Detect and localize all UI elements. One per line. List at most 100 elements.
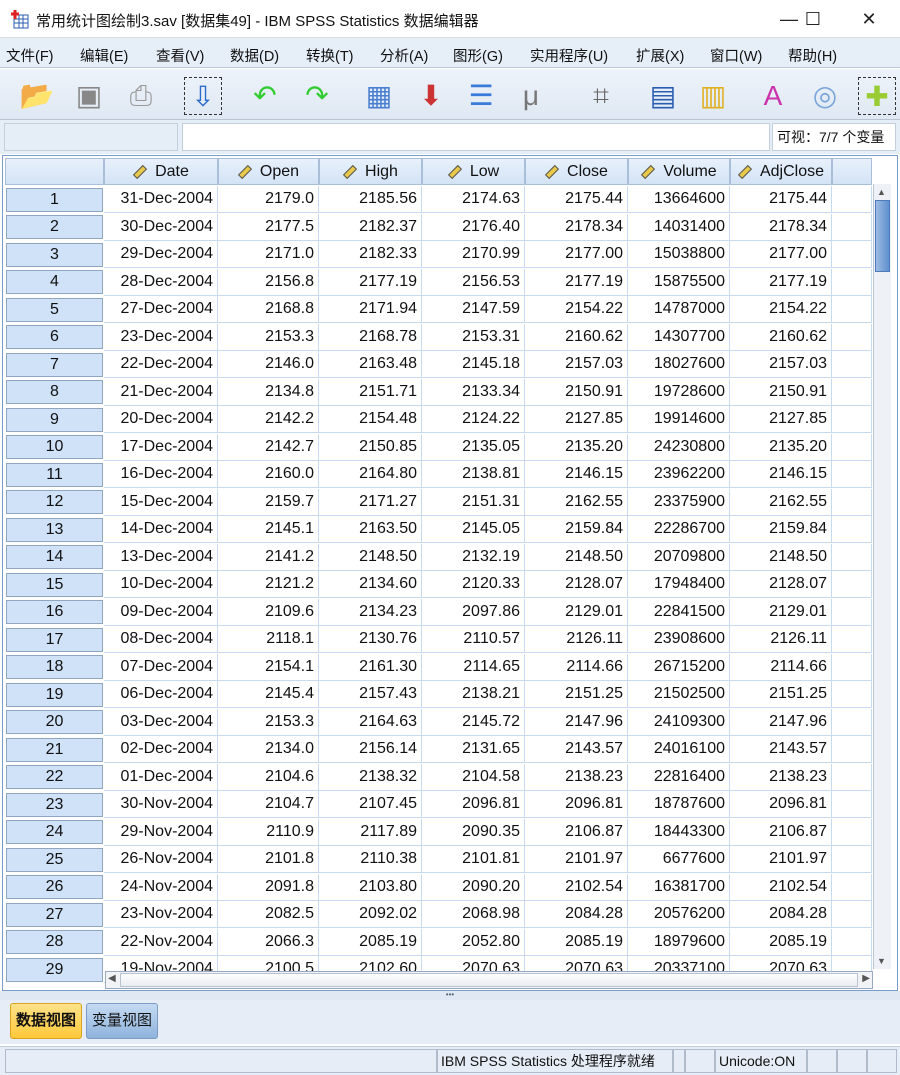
cell-adjclose[interactable]: 2101.97 [730,846,832,873]
cell-adjclose[interactable]: 2129.01 [730,598,832,626]
cell-date[interactable]: 10-Dec-2004 [104,571,218,598]
cell-adjclose[interactable]: 2147.96 [730,708,832,736]
cell-empty[interactable] [832,791,872,818]
cell-high[interactable]: 2103.80 [319,873,422,901]
cell-open[interactable]: 2101.8 [218,846,319,873]
cell-adjclose[interactable]: 2177.00 [730,241,832,268]
row-number[interactable]: 9 [6,407,103,432]
cell-low[interactable]: 2147.59 [422,296,525,323]
cell-date[interactable]: 22-Dec-2004 [104,351,218,378]
cell-high[interactable]: 2134.23 [319,598,422,626]
row-number[interactable]: 22 [6,765,103,789]
cell-empty[interactable] [832,736,872,763]
cell-high[interactable]: 2138.32 [319,763,422,791]
cell-adjclose[interactable]: 2175.44 [730,186,832,213]
cell-close[interactable]: 2084.28 [525,901,628,928]
column-header-open[interactable]: Open [218,158,319,185]
column-header-volume[interactable]: Volume [628,158,730,185]
cell-adjclose[interactable]: 2150.91 [730,378,832,406]
scroll-right-icon[interactable]: ▶ [862,973,870,984]
row-number[interactable]: 14 [6,545,103,569]
cell-empty[interactable] [832,433,872,461]
cell-volume[interactable]: 22286700 [628,516,730,543]
cell-empty[interactable] [832,378,872,406]
cell-date[interactable]: 23-Dec-2004 [104,323,218,351]
menu-1[interactable]: 编辑(E) [80,45,128,66]
cell-open[interactable]: 2142.2 [218,406,319,433]
cell-low[interactable]: 2151.31 [422,488,525,516]
cell-open[interactable]: 2110.9 [218,818,319,846]
cell-date[interactable]: 03-Dec-2004 [104,708,218,736]
row-number[interactable]: 28 [6,930,103,954]
row-number[interactable]: 23 [6,792,103,817]
cell-close[interactable]: 2177.19 [525,268,628,296]
row-number[interactable]: 17 [6,627,103,652]
cell-high[interactable]: 2156.14 [319,736,422,763]
cell-adjclose[interactable]: 2177.19 [730,268,832,296]
menu-2[interactable]: 查看(V) [156,45,204,66]
cell-close[interactable]: 2148.50 [525,543,628,571]
cell-adjclose[interactable]: 2127.85 [730,406,832,433]
cell-date[interactable]: 06-Dec-2004 [104,681,218,708]
row-number[interactable]: 24 [6,820,103,844]
cell-open[interactable]: 2104.7 [218,791,319,818]
cell-open[interactable]: 2168.8 [218,296,319,323]
cell-date[interactable]: 08-Dec-2004 [104,626,218,653]
cell-open[interactable]: 2142.7 [218,433,319,461]
row-number[interactable]: 16 [6,600,103,624]
cell-low[interactable]: 2132.19 [422,543,525,571]
cell-date[interactable]: 01-Dec-2004 [104,763,218,791]
cell-volume[interactable]: 15038800 [628,241,730,268]
cell-adjclose[interactable]: 2154.22 [730,296,832,323]
cell-close[interactable]: 2157.03 [525,351,628,378]
cell-high[interactable]: 2177.19 [319,268,422,296]
cell-high[interactable]: 2154.48 [319,406,422,433]
cell-close[interactable]: 2085.19 [525,928,628,956]
cell-close[interactable]: 2177.00 [525,241,628,268]
cell-adjclose[interactable]: 2135.20 [730,433,832,461]
cell-empty[interactable] [832,626,872,653]
use-variable-sets-icon[interactable]: ◎ [806,77,844,115]
cell-volume[interactable]: 19914600 [628,406,730,433]
cell-adjclose[interactable]: 2146.15 [730,461,832,488]
cell-volume[interactable]: 14787000 [628,296,730,323]
cell-low[interactable]: 2170.99 [422,241,525,268]
row-number[interactable]: 20 [6,710,103,734]
scroll-down-icon[interactable]: ▼ [877,956,886,966]
row-header-corner[interactable] [5,158,104,185]
cell-open[interactable]: 2134.8 [218,378,319,406]
cell-volume[interactable]: 24230800 [628,433,730,461]
cell-open[interactable]: 2121.2 [218,571,319,598]
cell-high[interactable]: 2110.38 [319,846,422,873]
row-number[interactable]: 26 [6,875,103,899]
row-number[interactable]: 29 [6,957,103,982]
cell-close[interactable]: 2114.66 [525,653,628,681]
cell-volume[interactable]: 22841500 [628,598,730,626]
row-number[interactable]: 13 [6,517,103,542]
cell-date[interactable]: 26-Nov-2004 [104,846,218,873]
cell-date[interactable]: 30-Dec-2004 [104,213,218,241]
cell-low[interactable]: 2145.18 [422,351,525,378]
cell-volume[interactable]: 18443300 [628,818,730,846]
cell-empty[interactable] [832,846,872,873]
cell-date[interactable]: 17-Dec-2004 [104,433,218,461]
cell-high[interactable]: 2164.63 [319,708,422,736]
cell-open[interactable]: 2104.6 [218,763,319,791]
cell-empty[interactable] [832,488,872,516]
cell-low[interactable]: 2174.63 [422,186,525,213]
insert-cases-icon[interactable]: ▤ [644,77,682,115]
cell-open[interactable]: 2145.4 [218,681,319,708]
cell-low[interactable]: 2120.33 [422,571,525,598]
cell-volume[interactable]: 24109300 [628,708,730,736]
cell-high[interactable]: 2134.60 [319,571,422,598]
column-header-low[interactable]: Low [422,158,525,185]
cell-high[interactable]: 2148.50 [319,543,422,571]
cell-close[interactable]: 2138.23 [525,763,628,791]
cell-high[interactable]: 2107.45 [319,791,422,818]
row-number[interactable]: 8 [6,380,103,404]
cell-high[interactable]: 2161.30 [319,653,422,681]
cell-close[interactable]: 2126.11 [525,626,628,653]
menu-6[interactable]: 图形(G) [453,45,503,66]
cell-name-box[interactable] [4,123,178,151]
cell-date[interactable]: 20-Dec-2004 [104,406,218,433]
